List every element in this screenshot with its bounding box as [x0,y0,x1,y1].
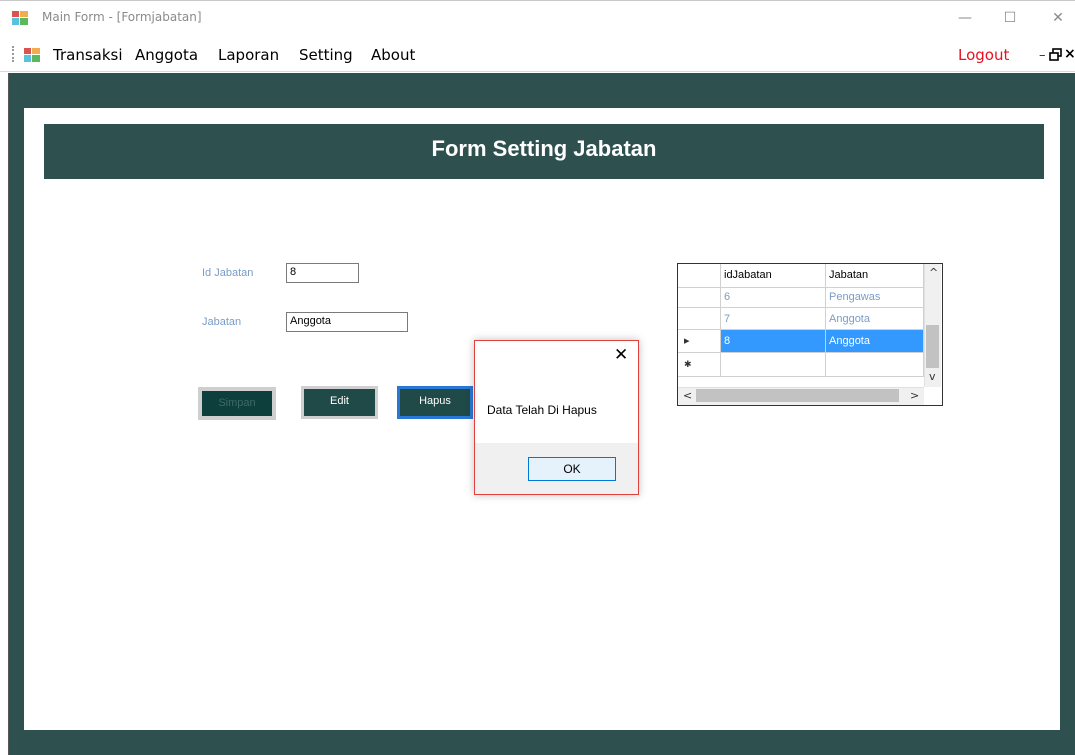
app-icon [12,11,28,25]
maximize-icon[interactable]: ☐ [995,6,1025,30]
menu-item-transaksi[interactable]: Transaksi [53,46,123,64]
grid-cell-idjabatan[interactable]: 6 [721,286,826,308]
jabatan-input[interactable]: Anggota [286,312,408,332]
grid-cell-idjabatan-selected[interactable]: 8 [721,330,826,353]
new-row-marker-icon[interactable]: ✱ [678,353,721,377]
id-jabatan-label: Id Jabatan [202,267,254,279]
jabatan-label: Jabatan [202,316,242,328]
dialog-close-icon[interactable]: ✕ [614,345,628,365]
column-header-idjabatan[interactable]: idJabatan [721,264,826,288]
grid-cell-jabatan-selected[interactable]: Anggota [826,330,924,353]
form-title: Form Setting Jabatan [431,136,657,161]
ok-button[interactable]: OK [528,457,616,481]
id-jabatan-input[interactable]: 8 [286,263,359,283]
dialog-message: Data Telah Di Hapus [487,403,597,417]
scroll-up-icon[interactable]: ^ [929,266,938,279]
menu-item-about[interactable]: About [371,46,415,64]
close-icon[interactable]: ✕ [1043,6,1073,30]
grid-cell-jabatan[interactable]: Pengawas [826,286,924,308]
grid-cell-jabatan[interactable]: Anggota [826,308,924,330]
current-row-marker-icon[interactable]: ▸ [678,330,721,353]
window-title: Main Form - [Formjabatan] [42,10,202,24]
scroll-down-icon[interactable]: v [929,370,936,383]
menu-item-laporan[interactable]: Laporan [218,46,279,64]
row-header[interactable] [678,286,721,308]
hapus-button[interactable]: Hapus [397,386,473,419]
grid-vertical-scroll-thumb[interactable] [926,325,939,368]
menu-item-setting[interactable]: Setting [299,46,353,64]
column-header-jabatan[interactable]: Jabatan [826,264,924,288]
grid-horizontal-scroll-thumb[interactable] [696,389,899,402]
menu-item-anggota[interactable]: Anggota [135,46,198,64]
edit-button[interactable]: Edit [301,386,378,419]
logout-menu-item[interactable]: Logout [958,46,1009,64]
mdi-restore-icon[interactable] [1048,47,1064,63]
mdi-close-icon[interactable]: × [1064,46,1075,62]
grid-new-row-cell[interactable] [826,353,924,377]
mdi-child-icon[interactable] [24,48,40,62]
mdi-minimize-icon[interactable]: – [1039,48,1046,63]
scroll-right-icon[interactable]: > [910,389,919,402]
minimize-icon[interactable]: — [950,6,980,30]
menu-grip [12,46,14,62]
simpan-button[interactable]: Simpan [198,387,276,420]
grid-corner-header [678,264,721,288]
row-header[interactable] [678,308,721,330]
grid-new-row-cell[interactable] [721,353,826,377]
scroll-left-icon[interactable]: < [683,389,692,402]
grid-cell-idjabatan[interactable]: 7 [721,308,826,330]
